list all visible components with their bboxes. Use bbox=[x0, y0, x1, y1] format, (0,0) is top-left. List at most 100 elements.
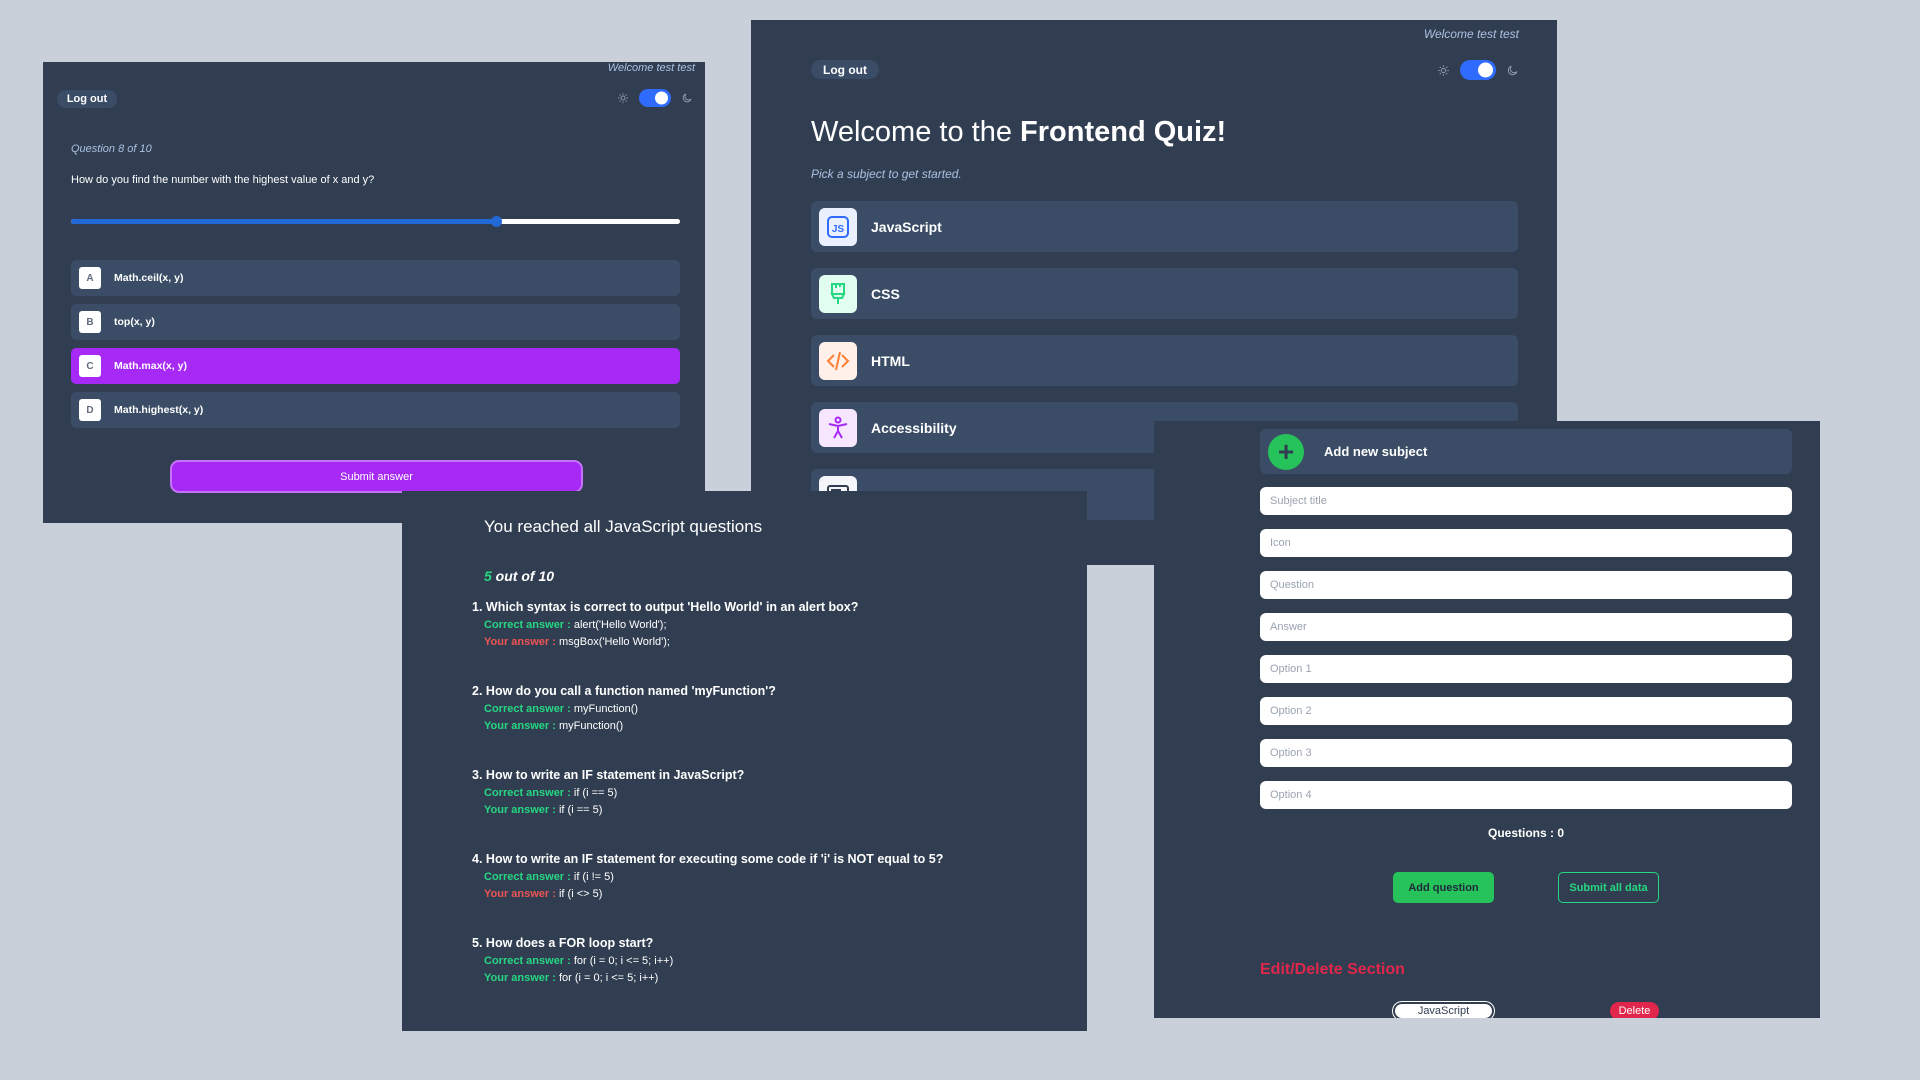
result-item: 3. How to write an IF statement in JavaS… bbox=[472, 768, 1072, 816]
question-field[interactable] bbox=[1260, 571, 1792, 599]
js-icon: JS bbox=[819, 207, 857, 246]
correct-answer-value: if (i == 5) bbox=[573, 787, 618, 799]
code-icon bbox=[819, 341, 857, 380]
option-text: Math.highest(x, y) bbox=[114, 404, 204, 416]
answer-option-b[interactable]: B top(x, y) bbox=[71, 304, 680, 340]
your-answer-line: Your answer : msgBox('Hello World'); bbox=[484, 636, 1072, 648]
results-panel: You reached all JavaScript questions 5 o… bbox=[402, 491, 1087, 1031]
result-question-text: Which syntax is correct to output 'Hello… bbox=[485, 600, 859, 614]
your-answer-label: Your answer : bbox=[484, 636, 559, 648]
correct-answer-line: Correct answer : myFunction() bbox=[484, 703, 1072, 715]
correct-answer-line: Correct answer : if (i == 5) bbox=[484, 787, 1072, 799]
subject-label: JavaScript bbox=[871, 218, 942, 235]
add-subject-label: Add new subject bbox=[1324, 444, 1428, 459]
submit-answer-button[interactable]: Submit answer bbox=[170, 460, 583, 493]
result-question: 3. How to write an IF statement in JavaS… bbox=[472, 768, 1072, 782]
your-answer-label: Your answer : bbox=[484, 972, 559, 984]
result-question-text: How does a FOR loop start? bbox=[485, 936, 654, 950]
result-question: 5. How does a FOR loop start? bbox=[472, 936, 1072, 950]
correct-answer-label: Correct answer : bbox=[484, 955, 574, 967]
subject-css[interactable]: CSS bbox=[811, 268, 1518, 319]
result-number: 3. bbox=[472, 768, 483, 782]
toggle-knob bbox=[1478, 62, 1493, 78]
svg-text:JS: JS bbox=[832, 224, 845, 235]
answer-option-a[interactable]: A Math.ceil(x, y) bbox=[71, 260, 680, 296]
correct-answer-line: Correct answer : for (i = 0; i <= 5; i++… bbox=[484, 955, 1072, 967]
theme-switcher bbox=[617, 89, 693, 107]
answer-option-d[interactable]: D Math.highest(x, y) bbox=[71, 392, 680, 428]
result-question: 1. Which syntax is correct to output 'He… bbox=[472, 600, 1072, 614]
result-question: 4. How to write an IF statement for exec… bbox=[472, 852, 1072, 866]
option-2-field[interactable] bbox=[1260, 697, 1792, 725]
result-question: 2. How do you call a function named 'myF… bbox=[472, 684, 1072, 698]
subject-title-field[interactable] bbox=[1260, 487, 1792, 515]
accessibility-icon bbox=[819, 408, 857, 447]
score: 5 out of 10 bbox=[484, 568, 554, 584]
logout-button[interactable]: Log out bbox=[811, 60, 879, 79]
page-title: Welcome to the Frontend Quiz! bbox=[811, 116, 1226, 149]
score-suffix: out of 10 bbox=[491, 568, 555, 584]
option-letter: D bbox=[79, 399, 101, 421]
option-text: Math.max(x, y) bbox=[114, 360, 187, 372]
result-item: 1. Which syntax is correct to output 'He… bbox=[472, 600, 1072, 648]
result-item: 2. How do you call a function named 'myF… bbox=[472, 684, 1072, 732]
theme-switcher bbox=[1437, 60, 1519, 80]
correct-answer-label: Correct answer : bbox=[484, 871, 574, 883]
result-item: 4. How to write an IF statement for exec… bbox=[472, 852, 1072, 900]
edit-section-title: Edit/Delete Section bbox=[1260, 961, 1405, 978]
your-answer-value: if (i == 5) bbox=[558, 804, 603, 816]
correct-answer-label: Correct answer : bbox=[484, 703, 574, 715]
question-text: How do you find the number with the high… bbox=[71, 174, 375, 186]
your-answer-line: Your answer : if (i <> 5) bbox=[484, 888, 1072, 900]
subject-javascript[interactable]: JS JavaScript bbox=[811, 201, 1518, 252]
subject-chip[interactable]: JavaScript bbox=[1393, 1002, 1494, 1018]
option-3-field[interactable] bbox=[1260, 739, 1792, 767]
your-answer-value: if (i <> 5) bbox=[558, 888, 603, 900]
result-item: 5. How does a FOR loop start? Correct ans… bbox=[472, 936, 1072, 984]
option-1-field[interactable] bbox=[1260, 655, 1792, 683]
correct-answer-label: Correct answer : bbox=[484, 619, 574, 631]
add-question-button[interactable]: Add question bbox=[1393, 872, 1494, 903]
add-subject-bar[interactable]: + Add new subject bbox=[1260, 429, 1792, 474]
result-question-text: How to write an IF statement for executi… bbox=[485, 852, 944, 866]
your-answer-line: Your answer : myFunction() bbox=[484, 720, 1072, 732]
correct-answer-line: Correct answer : alert('Hello World'); bbox=[484, 619, 1072, 631]
brush-icon bbox=[819, 274, 857, 313]
result-number: 2. bbox=[472, 684, 483, 698]
toggle-knob bbox=[655, 91, 668, 105]
question-panel: Welcome test test Log out Question 8 of … bbox=[43, 62, 705, 523]
option-letter: B bbox=[79, 311, 101, 333]
option-text: Math.ceil(x, y) bbox=[114, 272, 184, 284]
correct-answer-value: myFunction() bbox=[573, 703, 639, 715]
sun-icon bbox=[618, 93, 628, 103]
subject-label: Accessibility bbox=[871, 419, 957, 436]
questions-count: Questions : 0 bbox=[1487, 826, 1564, 840]
icon-field[interactable] bbox=[1260, 529, 1792, 557]
submit-all-button[interactable]: Submit all data bbox=[1558, 872, 1659, 903]
result-question-text: How do you call a function named 'myFunc… bbox=[485, 684, 776, 698]
your-answer-label: Your answer : bbox=[484, 720, 559, 732]
sun-icon bbox=[1438, 64, 1449, 76]
logout-button[interactable]: Log out bbox=[57, 90, 117, 108]
your-answer-value: msgBox('Hello World'); bbox=[558, 636, 670, 648]
option-letter: A bbox=[79, 267, 101, 289]
theme-toggle[interactable] bbox=[639, 89, 671, 107]
result-question-text: How to write an IF statement in JavaScri… bbox=[485, 768, 745, 782]
question-counter: Question 8 of 10 bbox=[71, 143, 152, 155]
your-answer-line: Your answer : if (i == 5) bbox=[484, 804, 1072, 816]
your-answer-value: myFunction() bbox=[558, 720, 624, 732]
answer-option-c[interactable]: C Math.max(x, y) bbox=[71, 348, 680, 384]
your-answer-label: Your answer : bbox=[484, 888, 559, 900]
delete-button[interactable]: Delete bbox=[1610, 1002, 1659, 1018]
correct-answer-line: Correct answer : if (i != 5) bbox=[484, 871, 1072, 883]
result-number: 5. bbox=[472, 936, 483, 950]
correct-answer-value: if (i != 5) bbox=[573, 871, 614, 883]
subject-html[interactable]: HTML bbox=[811, 335, 1518, 386]
page-subtitle: Pick a subject to get started. bbox=[811, 167, 962, 181]
theme-toggle[interactable] bbox=[1460, 60, 1496, 80]
moon-icon bbox=[682, 93, 692, 103]
welcome-user-text: Welcome test test bbox=[607, 62, 695, 74]
option-4-field[interactable] bbox=[1260, 781, 1792, 809]
answer-field[interactable] bbox=[1260, 613, 1792, 641]
correct-answer-value: alert('Hello World'); bbox=[573, 619, 667, 631]
